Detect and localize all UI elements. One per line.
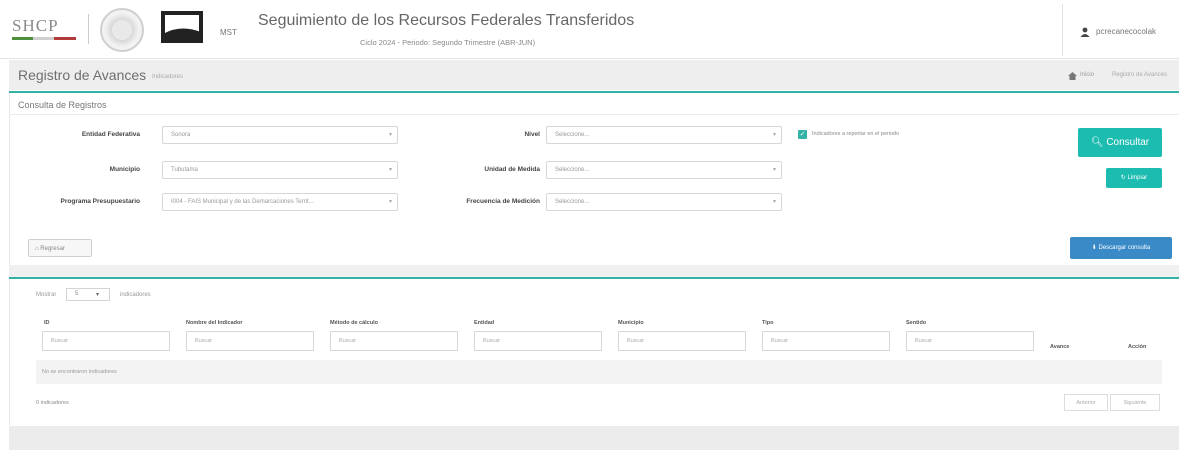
panel-divider: [9, 114, 1179, 115]
national-seal-icon: [100, 8, 144, 52]
logo-divider: [88, 14, 89, 44]
search-input[interactable]: Buscar: [186, 331, 314, 351]
period-indicators-label: Indicadores a reportar en el periodo: [812, 131, 900, 137]
chevron-down-icon: ▾: [388, 132, 392, 138]
column-header[interactable]: Nombre del Indicador: [186, 320, 243, 326]
regresar-button[interactable]: ⌂ Regresar: [28, 239, 92, 257]
consultar-button[interactable]: 🔍︎ Consultar: [1078, 128, 1162, 157]
page-size-suffix: indicadores: [120, 292, 151, 298]
unidad-value: Seleccione...: [555, 167, 590, 173]
frecuencia-select[interactable]: Seleccione... ▾: [546, 193, 782, 211]
entidad-label: Entidad Federativa: [81, 131, 140, 138]
column-header[interactable]: Sentido: [906, 320, 926, 326]
municipio-select[interactable]: Tubutama ▾: [162, 161, 398, 179]
limpiar-label: Limpiar: [1127, 175, 1148, 181]
refresh-icon: ↻: [1120, 175, 1126, 181]
chevron-down-icon: ▾: [388, 167, 392, 173]
period-indicators-checkbox[interactable]: ✓: [798, 130, 807, 139]
municipio-value: Tubutama: [171, 167, 198, 173]
programa-select[interactable]: I004 - FAIS Municipal y de las Demarcaci…: [162, 193, 398, 211]
chevron-down-icon: ▾: [388, 199, 392, 205]
app-title: Seguimiento de los Recursos Federales Tr…: [258, 12, 635, 29]
column-header[interactable]: Entidad: [474, 320, 494, 326]
home-icon: ⌂: [35, 246, 39, 252]
consultar-label: Consultar: [1106, 137, 1150, 148]
mst-logo-icon: [161, 11, 203, 43]
regresar-label: Regresar: [40, 246, 65, 252]
column-header[interactable]: Tipo: [762, 320, 774, 326]
column-header[interactable]: Municipio: [618, 320, 644, 326]
user-menu[interactable]: pcrecanecocolak: [1096, 27, 1156, 36]
search-input[interactable]: Buscar: [330, 331, 458, 351]
page-footer: [9, 426, 1179, 450]
search-input[interactable]: Buscar: [762, 331, 890, 351]
column-header[interactable]: Acción: [1128, 344, 1146, 350]
frecuencia-label: Frecuencia de Medición: [466, 198, 540, 205]
panel-heading: Consulta de Registros: [18, 100, 107, 110]
download-icon: ⬇: [1091, 245, 1097, 251]
unidad-select[interactable]: Seleccione... ▾: [546, 161, 782, 179]
home-icon[interactable]: [1068, 72, 1077, 80]
search-input[interactable]: Buscar: [42, 331, 170, 351]
page-subtitle: Indicadores: [152, 74, 184, 80]
descargar-button[interactable]: ⬇ Descargar consulta: [1070, 237, 1172, 259]
column-header[interactable]: ID: [44, 320, 50, 326]
column-header[interactable]: Avance: [1050, 344, 1069, 350]
filter-panel: [9, 93, 1179, 265]
shcp-logo: SHCP: [12, 16, 59, 35]
programa-label: Programa Presupuestario: [60, 198, 140, 205]
search-icon: 🔍︎: [1090, 137, 1104, 148]
chevron-down-icon: ▾: [772, 132, 776, 138]
nivel-label: Nivel: [524, 131, 540, 138]
page-size-prefix: Mostrar: [36, 292, 57, 298]
page-title: Registro de Avances: [18, 67, 147, 83]
breadcrumb-home[interactable]: Inicio: [1080, 72, 1094, 78]
empty-message: No se encontraron indicadores: [42, 369, 117, 375]
page-title-bar: [9, 60, 1179, 90]
municipio-label: Municipio: [109, 166, 140, 173]
nivel-value: Seleccione...: [555, 132, 590, 138]
table-row: [36, 360, 1162, 384]
programa-value: I004 - FAIS Municipal y de las Demarcaci…: [171, 199, 314, 205]
user-icon[interactable]: [1080, 27, 1090, 37]
entidad-value: Sonora: [171, 132, 191, 138]
unidad-label: Unidad de Medida: [484, 166, 540, 173]
chevron-down-icon: ▾: [96, 292, 100, 298]
breadcrumb-current: Registro de Avances: [1112, 72, 1167, 78]
next-page-button[interactable]: Siguiente: [1110, 394, 1160, 411]
chevron-down-icon: ▾: [772, 167, 776, 173]
results-panel: [9, 279, 1179, 425]
results-count: 0 indicadores: [36, 400, 69, 406]
shcp-logo-bar: [12, 37, 76, 40]
nivel-select[interactable]: Seleccione... ▾: [546, 126, 782, 144]
descargar-label: Descargar consulta: [1098, 245, 1151, 251]
search-input[interactable]: Buscar: [906, 331, 1034, 351]
search-input[interactable]: Buscar: [474, 331, 602, 351]
column-header[interactable]: Método de cálculo: [330, 320, 378, 326]
limpiar-button[interactable]: ↻ Limpiar: [1106, 168, 1162, 188]
page-size-select[interactable]: 5: [66, 288, 110, 301]
user-divider: [1062, 4, 1063, 56]
mst-label: MST: [220, 28, 237, 37]
frecuencia-value: Seleccione...: [555, 199, 590, 205]
search-input[interactable]: Buscar: [618, 331, 746, 351]
app-subtitle: Ciclo 2024 - Periodo: Segundo Trimestre …: [360, 38, 536, 47]
chevron-down-icon: ▾: [772, 199, 776, 205]
section-gap: [9, 265, 1179, 277]
entidad-select[interactable]: Sonora ▾: [162, 126, 398, 144]
previous-page-button[interactable]: Anterior: [1064, 394, 1108, 411]
